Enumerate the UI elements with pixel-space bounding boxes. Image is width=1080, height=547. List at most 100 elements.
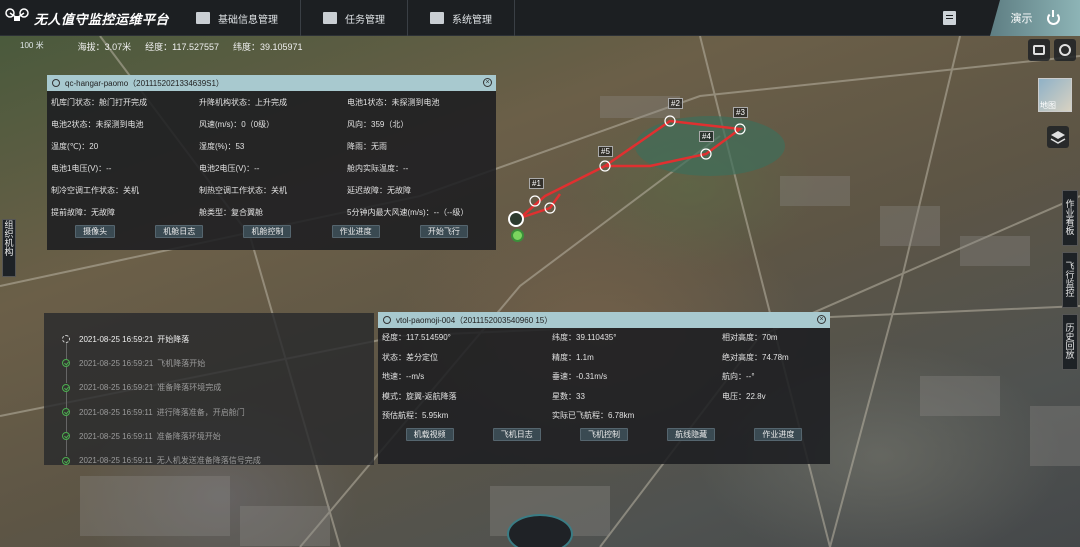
tab-label: 作业看板 [1064, 199, 1075, 235]
globe-button[interactable] [1054, 39, 1076, 61]
action-button[interactable]: 作业进度 [754, 427, 803, 441]
action-button[interactable]: 机舱控制 [243, 225, 292, 238]
layers-icon[interactable] [1047, 126, 1069, 148]
latitude-readout: 纬度：39.105971 [233, 42, 303, 52]
log-time: 2021-08-25 16:59:11 [79, 456, 153, 466]
power-icon[interactable] [1046, 9, 1060, 25]
hangar-marker[interactable] [511, 229, 524, 242]
action-button[interactable]: 机舱日志 [155, 225, 204, 238]
flight-monitor-tab[interactable]: 飞行监控 [1062, 252, 1078, 308]
info-field: 延迟故障：无故障 [347, 185, 411, 195]
info-field: 电池2电压(V)：-- [199, 163, 260, 173]
nav-system-management[interactable]: 系统管理 [408, 0, 515, 36]
action-button[interactable]: 开始飞行 [419, 225, 468, 238]
log-time: 2021-08-25 16:59:11 [79, 407, 153, 417]
main-nav: 基础信息管理 任务管理 系统管理 [190, 0, 515, 36]
log-time: 2021-08-25 16:59:21 [79, 334, 154, 344]
demo-user-button[interactable]: 演示 [990, 0, 1080, 36]
drone-marker[interactable] [508, 211, 524, 227]
org-tab[interactable]: 组织机构 [2, 219, 16, 277]
close-icon[interactable]: × [817, 315, 826, 324]
log-text: 准备降落环境开始 [156, 431, 221, 441]
drone-logo-icon [5, 8, 29, 21]
info-field: 航向：--° [722, 372, 755, 382]
info-field: 制冷空调工作状态：关机 [51, 185, 139, 195]
log-text: 准备降落环境完成 [157, 383, 222, 393]
log-item: 2021-08-25 16:59:21 飞机降落开始 [62, 351, 374, 384]
info-field: 温度(℃)：20 [51, 141, 99, 151]
action-button[interactable]: 作业进度 [331, 225, 380, 238]
info-field: 精度：1.1m [552, 352, 594, 362]
info-field: 星数：33 [552, 391, 585, 401]
info-field: 电压：22.8v [722, 391, 766, 401]
log-item: 2021-08-25 16:59:21 准备降落环境完成 [62, 376, 374, 408]
tab-label: 飞行监控 [1064, 261, 1075, 297]
hangar-panel: qc-hangar-paomo（2011152021334639S1） × 机库… [47, 75, 496, 250]
nav-label: 系统管理 [452, 14, 492, 26]
log-text: 无人机发送准备降落信号完成 [156, 456, 261, 466]
location-pin-icon [383, 316, 391, 324]
waypoint-label: #5 [598, 146, 613, 157]
toolbox-button[interactable] [1028, 39, 1050, 61]
info-field: 电池2状态：未探测到电池 [51, 119, 144, 129]
app-title: 无人值守监控运维平台 [34, 11, 170, 27]
nav-label: 基础信息管理 [218, 14, 278, 26]
waypoint-label: #2 [668, 98, 683, 109]
document-icon[interactable] [943, 11, 956, 25]
info-field: 纬度：39.110435° [552, 333, 617, 343]
info-field: 湿度(%)：53 [199, 141, 245, 151]
database-icon [196, 12, 210, 24]
log-item: 2021-08-25 16:59:11 准备降落环境开始 [62, 424, 374, 457]
close-icon[interactable]: × [483, 78, 492, 87]
check-icon [62, 408, 70, 417]
map-status-bar: 100 米 海拔：3.07米 经度：117.527557 纬度：39.10597… [20, 40, 303, 53]
info-field: 预估航程：5.95km [382, 411, 449, 421]
info-field: 绝对高度：74.78m [722, 352, 789, 362]
info-field: 模式：旋翼-返航降落 [382, 391, 457, 401]
log-time: 2021-08-25 16:59:11 [79, 431, 153, 441]
pending-icon [62, 335, 70, 344]
check-icon [62, 383, 70, 392]
work-board-tab[interactable]: 作业看板 [1062, 190, 1078, 246]
info-field: 提前故障：无故障 [51, 207, 115, 217]
info-field: 状态：差分定位 [382, 352, 438, 362]
info-field: 风向：359（北） [347, 119, 409, 129]
info-field: 机库门状态：舱门打开完成 [51, 97, 147, 107]
info-field: 舱内实际温度：-- [347, 163, 409, 173]
scale-label: 100 米 [20, 41, 44, 50]
info-field: 制热空调工作状态：关机 [199, 185, 287, 195]
nav-basic-info[interactable]: 基础信息管理 [190, 0, 301, 36]
longitude-readout: 经度：117.527557 [145, 42, 219, 52]
log-item: 2021-08-25 16:59:11 无人机发送准备降落信号完成 [62, 448, 374, 472]
altitude-readout: 海拔：3.07米 [77, 42, 132, 52]
action-button[interactable]: 摄像头 [75, 225, 116, 238]
task-icon [323, 12, 337, 24]
hangar-actions: 摄像头 机舱日志 机舱控制 作业进度 开始飞行 [47, 223, 496, 238]
panel-title: vtol-paomoji-004（2011152003540960 15） [396, 315, 553, 325]
history-replay-tab[interactable]: 历史回放 [1062, 314, 1078, 370]
action-button[interactable]: 航线隐藏 [667, 427, 716, 441]
info-field: 5分钟内最大风速(m/s)：--（--级） [347, 207, 469, 217]
flight-gauge[interactable] [507, 514, 573, 547]
vtol-fields: 经度：117.514590° 纬度：39.110435° 相对高度：70m 状态：差分… [378, 328, 830, 426]
log-item: 2021-08-25 16:59:21 开始降落 [62, 327, 374, 359]
globe-icon [1059, 44, 1071, 56]
log-text: 开始降落 [157, 334, 190, 344]
info-field: 升降机构状态：上升完成 [199, 97, 287, 107]
settings-icon [430, 12, 444, 24]
info-field [722, 406, 834, 426]
waypoint-label: #3 [733, 107, 748, 118]
log-time: 2021-08-25 16:59:21 [79, 383, 154, 393]
action-button[interactable]: 机载视频 [405, 427, 454, 441]
info-field: 电池1电压(V)：-- [51, 163, 112, 173]
log-item: 2021-08-25 16:59:11 进行降落准备，开启舱门 [62, 400, 374, 432]
action-button[interactable]: 飞机控制 [579, 427, 628, 441]
action-button[interactable]: 飞机日志 [492, 427, 541, 441]
info-field: 电池1状态：未探测到电池 [347, 97, 440, 107]
panel-header: vtol-paomoji-004（2011152003540960 15） × [378, 312, 830, 328]
basemap-label: 地图 [1040, 101, 1056, 110]
nav-task-management[interactable]: 任务管理 [301, 0, 408, 36]
info-field: 舱类型：复合翼舱 [199, 207, 263, 217]
location-pin-icon [52, 79, 60, 87]
demo-label: 演示 [1010, 13, 1033, 25]
